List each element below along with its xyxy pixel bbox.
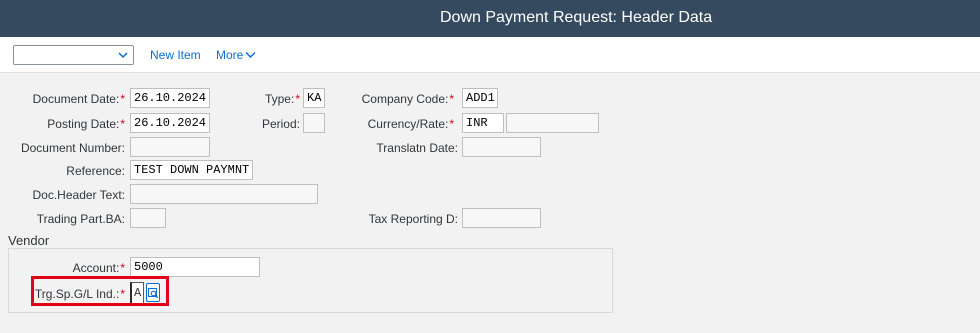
posting-date-field[interactable]: 26.10.2024 bbox=[130, 113, 210, 133]
chevron-down-icon bbox=[118, 52, 128, 59]
more-button[interactable]: More bbox=[216, 48, 243, 62]
tax-reporting-d-label: Tax Reporting D: bbox=[368, 212, 458, 226]
translatn-date-label: Translatn Date: bbox=[376, 141, 458, 155]
company-code-label: Company Code:* bbox=[361, 92, 454, 106]
period-label: Period: bbox=[261, 117, 300, 131]
new-item-button[interactable]: New Item bbox=[150, 48, 201, 62]
document-date-field[interactable]: 26.10.2024 bbox=[130, 88, 210, 108]
exchange-rate-field[interactable] bbox=[506, 113, 599, 133]
vendor-section-title: Vendor bbox=[8, 233, 50, 248]
chevron-down-icon[interactable] bbox=[245, 51, 256, 59]
doc-header-text-field[interactable] bbox=[130, 184, 318, 204]
tax-reporting-d-field[interactable] bbox=[462, 208, 541, 228]
type-field[interactable]: KA bbox=[303, 88, 325, 108]
action-dropdown[interactable] bbox=[13, 45, 134, 65]
currency-rate-label: Currency/Rate:* bbox=[367, 117, 454, 131]
reference-field[interactable]: TEST DOWN PAYMNT bbox=[130, 160, 253, 180]
trading-part-ba-label: Trading Part.BA: bbox=[36, 212, 125, 226]
document-number-label: Document Number: bbox=[20, 141, 125, 155]
currency-field[interactable]: INR bbox=[462, 113, 504, 133]
trading-part-ba-field[interactable] bbox=[130, 208, 166, 228]
account-label: Account:* bbox=[72, 261, 125, 275]
toolbar: New Item More bbox=[0, 37, 980, 73]
translatn-date-field[interactable] bbox=[462, 137, 541, 157]
company-code-field[interactable]: ADD1 bbox=[462, 88, 498, 108]
period-field[interactable] bbox=[303, 113, 325, 133]
type-label: Type:* bbox=[264, 92, 300, 106]
posting-date-label: Posting Date:* bbox=[47, 117, 125, 131]
document-number-field[interactable] bbox=[130, 137, 210, 157]
account-field[interactable]: 5000 bbox=[130, 257, 260, 277]
document-date-label: Document Date:* bbox=[32, 92, 125, 106]
title-bar: Down Payment Request: Header Data bbox=[0, 0, 980, 37]
highlight-box bbox=[31, 276, 169, 306]
reference-label: Reference: bbox=[66, 164, 125, 178]
page-title: Down Payment Request: Header Data bbox=[440, 9, 713, 26]
doc-header-text-label: Doc.Header Text: bbox=[32, 188, 126, 202]
